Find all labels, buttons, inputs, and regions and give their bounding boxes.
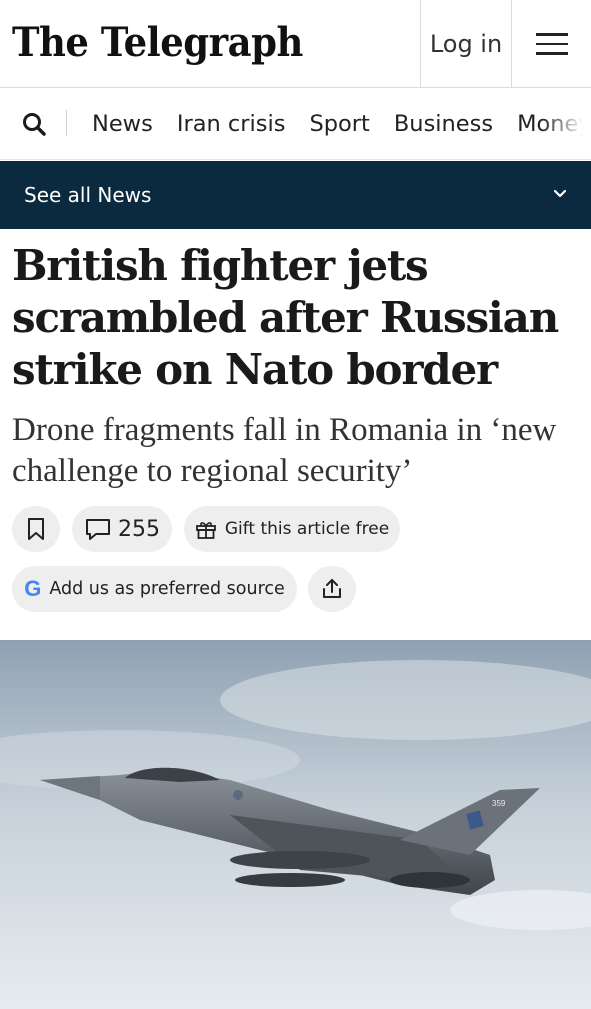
section-nav: News Iran crisis Sport Business Money [0,88,591,160]
nav-item-sport[interactable]: Sport [297,111,381,137]
comments-button[interactable]: 255 [72,506,172,552]
nav-item-news[interactable]: News [80,111,165,137]
preferred-source-label: Add us as preferred source [49,579,285,599]
google-icon: G [24,576,42,601]
comment-count: 255 [118,516,160,542]
article-headline: British fighter jets scrambled after Rus… [12,241,559,394]
nav-item-iran-crisis[interactable]: Iran crisis [165,111,298,137]
nav-fade [541,88,591,159]
see-all-label: See all News [24,183,152,207]
hamburger-menu-icon [535,33,568,55]
share-button[interactable] [308,566,356,612]
site-logo[interactable]: The Telegraph [12,18,303,66]
fighter-jet-image: 359 [0,640,591,1009]
menu-button[interactable] [512,0,591,88]
share-icon [323,579,341,598]
nav-divider [66,110,67,136]
preferred-source-button[interactable]: G Add us as preferred source [12,566,297,612]
see-all-news-bar[interactable]: See all News [0,161,591,229]
article-photo[interactable]: 359 [0,640,591,1009]
gift-article-button[interactable]: Gift this article free [184,506,400,552]
bookmark-icon [28,518,44,540]
tail-number: 359 [492,799,506,808]
comment-icon [86,519,110,540]
search-icon[interactable] [20,110,50,140]
chevron-down-icon [553,189,567,198]
site-header: The Telegraph Log in [0,0,591,88]
article-standfirst: Drone fragments fall in Romania in ‘new … [12,412,557,489]
nav-item-business[interactable]: Business [382,111,505,137]
login-button[interactable]: Log in [420,0,512,88]
gift-icon [195,522,216,539]
save-button[interactable] [12,506,60,552]
nav-items: News Iran crisis Sport Business Money [80,88,591,159]
gift-label: Gift this article free [224,519,390,539]
